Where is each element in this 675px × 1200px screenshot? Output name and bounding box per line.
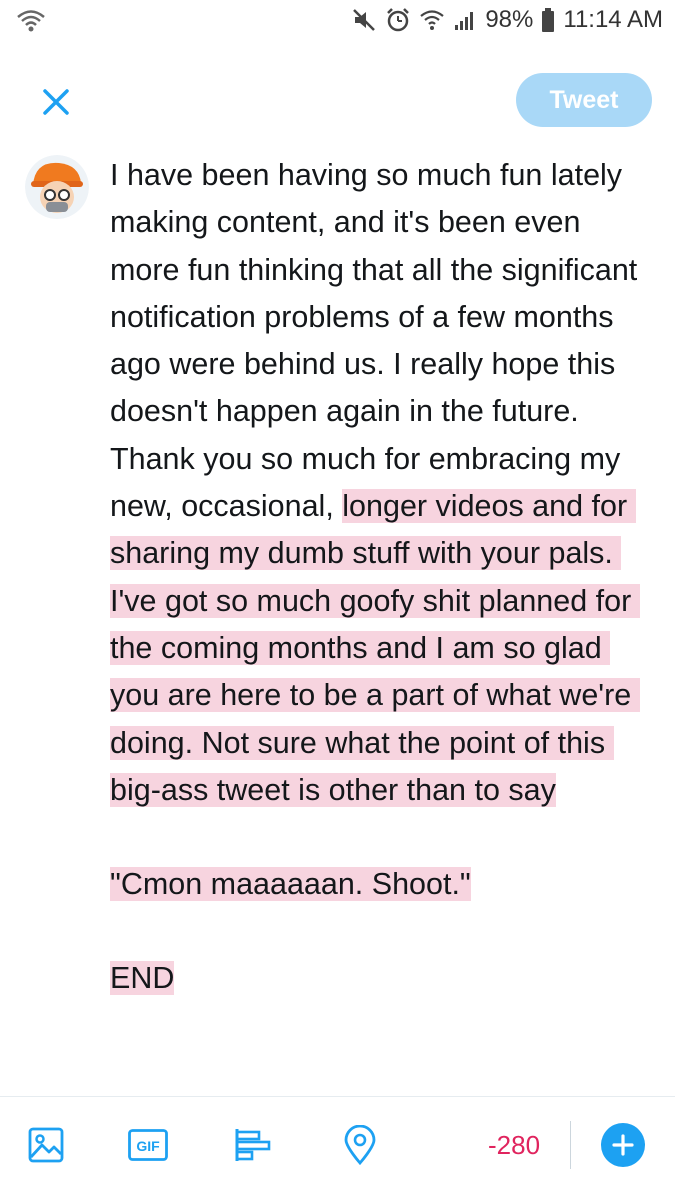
tweet-button[interactable]: Tweet	[516, 73, 652, 127]
tweet-text-highlighted: longer videos and for sharing my dumb st…	[110, 489, 640, 807]
add-icon	[612, 1134, 634, 1156]
poll-icon[interactable]	[232, 1123, 276, 1167]
tweet-end-highlighted: END	[110, 961, 175, 996]
wifi-icon	[16, 8, 46, 39]
battery-percent: 98%	[485, 6, 534, 33]
cell-signal-icon	[453, 8, 477, 32]
mute-icon	[351, 7, 377, 33]
compose-toolbar: GIF -280	[0, 1096, 675, 1200]
close-icon	[43, 89, 69, 115]
tweet-quote-highlighted: "Cmon maaaaaan. Shoot."	[110, 867, 471, 902]
tweet-paragraph-quote: "Cmon maaaaaan. Shoot."	[110, 861, 655, 908]
tweet-text-area[interactable]: I have been having so much fun lately ma…	[110, 152, 655, 1003]
tweet-paragraph-end: END	[110, 955, 655, 1002]
image-icon[interactable]	[24, 1123, 68, 1167]
tweet-paragraph-main: I have been having so much fun lately ma…	[110, 152, 655, 814]
gif-icon[interactable]: GIF	[126, 1123, 170, 1167]
wifi-signal-icon	[419, 7, 445, 33]
battery-icon	[541, 7, 555, 33]
tweet-text-segment: I have been having so much fun lately ma…	[110, 158, 646, 524]
add-tweet-button[interactable]	[601, 1123, 645, 1167]
close-button[interactable]	[32, 78, 80, 126]
character-counter: -280	[488, 1130, 541, 1160]
compose-header: Tweet	[0, 56, 675, 146]
avatar	[25, 155, 89, 219]
alarm-icon	[385, 7, 411, 33]
location-icon[interactable]	[338, 1123, 382, 1167]
clock: 11:14 AM	[563, 6, 663, 33]
toolbar-divider	[570, 1121, 571, 1169]
gif-label: GIF	[136, 1138, 160, 1154]
status-bar: 98% 11:14 AM	[0, 0, 675, 48]
